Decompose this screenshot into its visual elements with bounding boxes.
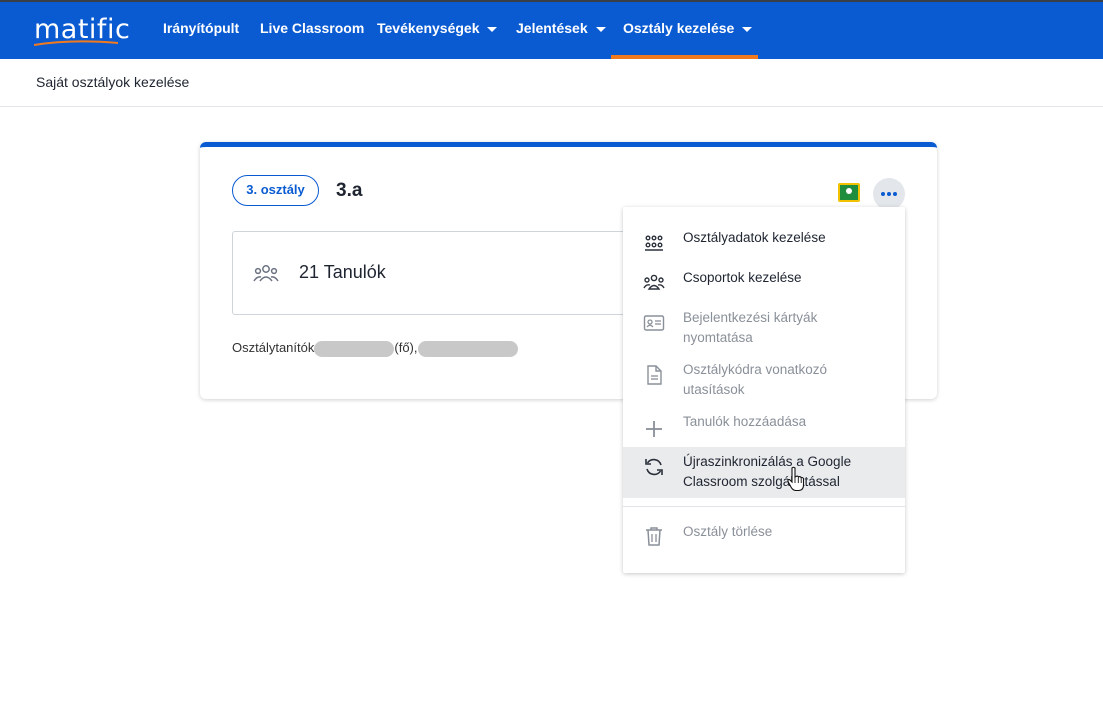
menu-item-label: Bejelentkezési kártyák nyomtatása bbox=[683, 310, 818, 345]
menu-item-manage-groups[interactable]: Csoportok kezelése bbox=[623, 265, 905, 301]
nav-item-dashboard[interactable]: Irányítópult bbox=[163, 20, 239, 36]
students-icon bbox=[253, 265, 279, 282]
chevron-down-icon bbox=[595, 26, 606, 32]
nav-item-activities[interactable]: Tevékenységek bbox=[377, 20, 498, 36]
groups-icon bbox=[643, 274, 665, 290]
redacted-teacher-name bbox=[417, 340, 518, 357]
menu-item-class-code-instructions[interactable]: Osztálykódra vonatkozó utasítások bbox=[623, 357, 905, 403]
menu-item-label: Csoportok kezelése bbox=[683, 270, 802, 285]
nav-item-class-management[interactable]: Osztály kezelése bbox=[623, 20, 753, 36]
menu-item-label: Osztály törlése bbox=[683, 524, 773, 539]
dot bbox=[887, 192, 891, 196]
menu-item-manage-class-data[interactable]: Osztályadatok kezelése bbox=[623, 225, 905, 261]
chevron-down-icon bbox=[742, 26, 753, 32]
students-panel[interactable]: 21 Tanulók bbox=[232, 231, 652, 315]
dot bbox=[881, 192, 885, 196]
more-options-button[interactable] bbox=[873, 178, 905, 210]
menu-item-add-students[interactable]: Tanulók hozzáadása bbox=[623, 409, 905, 445]
top-navigation-bar: matific Irányítópult Live Classroom Tevé… bbox=[0, 0, 1103, 59]
google-classroom-icon bbox=[838, 183, 860, 202]
grade-badge: 3. osztály bbox=[232, 175, 319, 206]
menu-item-print-login-cards[interactable]: Bejelentkezési kártyák nyomtatása bbox=[623, 305, 905, 351]
id-card-icon bbox=[643, 315, 665, 331]
redacted-teacher-name bbox=[314, 340, 395, 357]
teacher-main-suffix: (fő), bbox=[394, 340, 418, 355]
document-icon bbox=[647, 365, 662, 385]
sync-icon bbox=[645, 458, 663, 476]
logo-swoosh-icon bbox=[33, 40, 119, 46]
hand-cursor-icon bbox=[787, 466, 805, 492]
students-count: 21 Tanulók bbox=[299, 262, 386, 282]
dot bbox=[893, 192, 897, 196]
teachers-line: Osztálytanítók (fő), bbox=[232, 340, 518, 357]
teachers-label: Osztálytanítók bbox=[232, 340, 315, 355]
menu-item-resync-google-classroom[interactable]: Újraszinkronizálás a Google Classroom sz… bbox=[623, 447, 905, 498]
sub-header: Saját osztályok kezelése bbox=[0, 59, 1103, 107]
nav-item-reports[interactable]: Jelentések bbox=[516, 20, 606, 36]
menu-item-label: Tanulók hozzáadása bbox=[683, 414, 807, 429]
class-name: 3.a bbox=[336, 180, 363, 201]
classroom-icon bbox=[645, 235, 663, 251]
menu-item-label: Osztályadatok kezelése bbox=[683, 230, 826, 245]
menu-item-label: Újraszinkronizálás a Google Classroom sz… bbox=[683, 454, 852, 489]
menu-item-label: Osztálykódra vonatkozó utasítások bbox=[683, 362, 828, 397]
class-options-menu: Osztályadatok kezelése Csoportok kezelés… bbox=[623, 207, 905, 573]
menu-item-delete-class[interactable]: Osztály törlése bbox=[623, 519, 905, 555]
page-title: Saját osztályok kezelése bbox=[36, 74, 190, 90]
nav-item-live-classroom[interactable]: Live Classroom bbox=[260, 20, 364, 36]
menu-divider bbox=[623, 506, 905, 507]
trash-icon bbox=[646, 527, 662, 546]
plus-icon bbox=[646, 421, 662, 437]
chevron-down-icon bbox=[487, 26, 498, 32]
